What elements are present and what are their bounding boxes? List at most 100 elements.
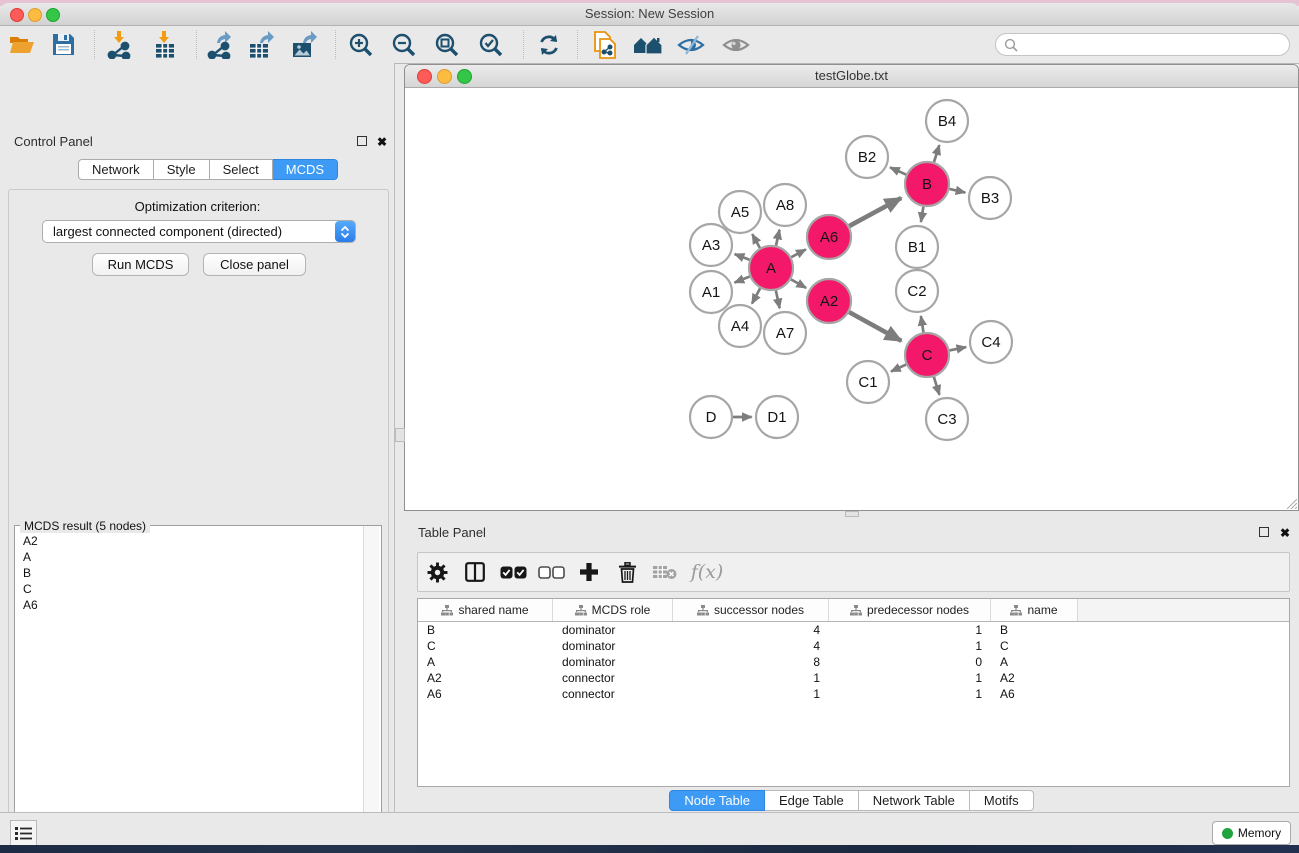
close-window-button[interactable]	[10, 8, 24, 22]
duplicate-network-button[interactable]	[588, 29, 622, 60]
show-panels-button[interactable]	[10, 820, 37, 846]
graph-edge-B-B4[interactable]	[934, 145, 939, 162]
graph-node-B2[interactable]: B2	[846, 136, 888, 178]
graph-edge-C-C2[interactable]	[921, 316, 924, 332]
table-row[interactable]: A2connector11A2	[418, 670, 1289, 686]
export-network-button[interactable]	[203, 29, 237, 60]
minimize-window-button[interactable]	[28, 8, 42, 22]
graph-node-A8[interactable]: A8	[764, 184, 806, 226]
resize-grip-icon[interactable]	[1285, 497, 1297, 509]
mcds-result-item[interactable]: A	[16, 549, 360, 565]
home-button[interactable]	[631, 29, 665, 60]
graph-edge-A-A8[interactable]	[776, 230, 780, 246]
graph-node-D[interactable]: D	[690, 396, 732, 438]
tab-network[interactable]: Network	[78, 159, 154, 180]
graph-node-C2[interactable]: C2	[896, 270, 938, 312]
graph-edge-A6-B[interactable]	[849, 198, 901, 226]
graph-edge-A-A3[interactable]	[735, 254, 750, 260]
search-field[interactable]	[995, 33, 1290, 56]
network-canvas[interactable]: B4 B2 B B3 A8A5 A6 A3 B1 A A1 C2 A2 A4A7 C4 C C1 C3 D D1	[405, 87, 1298, 510]
graph-node-C[interactable]: C	[905, 333, 949, 377]
close-panel-icon[interactable]: ✖	[377, 137, 387, 147]
tab-style[interactable]: Style	[154, 159, 210, 180]
graph-node-A3[interactable]: A3	[690, 224, 732, 266]
column-header-successor-nodes[interactable]: successor nodes	[673, 599, 829, 621]
network-minimize-button[interactable]	[437, 69, 452, 84]
graph-edge-A-A2[interactable]	[791, 279, 806, 288]
tab-mcds[interactable]: MCDS	[273, 159, 338, 180]
network-zoom-button[interactable]	[457, 69, 472, 84]
hide-panels-button[interactable]	[674, 29, 708, 60]
graph-edge-A2-C[interactable]	[849, 312, 901, 341]
gear-button[interactable]	[418, 562, 456, 583]
export-image-button[interactable]	[287, 29, 321, 60]
split-columns-button[interactable]	[456, 562, 494, 582]
tab-motifs[interactable]: Motifs	[970, 790, 1034, 811]
close-panel-button[interactable]: Close panel	[203, 253, 306, 276]
graph-node-A1[interactable]: A1	[690, 271, 732, 313]
search-input[interactable]	[1018, 37, 1272, 53]
graph-edge-A-A4[interactable]	[752, 288, 760, 303]
import-network-button[interactable]	[103, 29, 137, 60]
add-column-button[interactable]	[570, 562, 608, 582]
graph-edge-A-A1[interactable]	[735, 277, 750, 283]
zoom-selected-button[interactable]	[474, 29, 508, 60]
delete-table-button[interactable]	[646, 564, 684, 580]
graph-edge-B-B3[interactable]	[949, 189, 965, 193]
graph-node-A5[interactable]: A5	[719, 191, 761, 233]
graph-edge-A-A5[interactable]	[752, 234, 760, 248]
float-panel-icon[interactable]	[357, 136, 367, 146]
tab-select[interactable]: Select	[210, 159, 273, 180]
table-float-icon[interactable]	[1259, 527, 1269, 537]
zoom-out-button[interactable]	[387, 29, 421, 60]
mcds-result-item[interactable]: A6	[16, 597, 360, 613]
column-header-name[interactable]: name	[991, 599, 1078, 621]
tab-edge-table[interactable]: Edge Table	[765, 790, 859, 811]
memory-button[interactable]: Memory	[1212, 821, 1291, 845]
mcds-result-item[interactable]: A2	[16, 533, 360, 549]
result-list-scrollbar[interactable]	[363, 526, 379, 853]
graph-node-D1[interactable]: D1	[756, 396, 798, 438]
graph-node-A4[interactable]: A4	[719, 305, 761, 347]
graph-node-C3[interactable]: C3	[926, 398, 968, 440]
eye-button[interactable]	[719, 29, 753, 60]
graph-node-A7[interactable]: A7	[764, 312, 806, 354]
zoom-window-button[interactable]	[46, 8, 60, 22]
node-table[interactable]: shared nameMCDS rolesuccessor nodesprede…	[417, 598, 1290, 787]
graph-node-B3[interactable]: B3	[969, 177, 1011, 219]
function-builder-button[interactable]: f(x)	[684, 561, 730, 583]
table-row[interactable]: Cdominator41C	[418, 638, 1289, 654]
graph-edge-A-A7[interactable]	[776, 290, 780, 308]
graph-edge-C-C3[interactable]	[934, 377, 940, 395]
graph-node-C1[interactable]: C1	[847, 361, 889, 403]
graph-node-B4[interactable]: B4	[926, 100, 968, 142]
split-divider-handle-vertical[interactable]	[395, 428, 405, 442]
mcds-result-list[interactable]: A2ABCA6	[16, 533, 360, 613]
table-row[interactable]: A6connector11A6	[418, 686, 1289, 702]
import-table-button[interactable]	[148, 29, 182, 60]
graph-edge-B-B2[interactable]	[890, 167, 906, 174]
mcds-result-item[interactable]: C	[16, 581, 360, 597]
graph-node-A2[interactable]: A2	[807, 279, 851, 323]
graph-node-A[interactable]: A	[749, 246, 793, 290]
run-mcds-button[interactable]: Run MCDS	[92, 253, 189, 276]
graph-node-A6[interactable]: A6	[807, 215, 851, 259]
column-header-MCDS-role[interactable]: MCDS role	[553, 599, 673, 621]
graph-edge-A-A6[interactable]	[791, 249, 806, 257]
graph-node-C4[interactable]: C4	[970, 321, 1012, 363]
tab-node-table[interactable]: Node Table	[669, 790, 765, 811]
table-row[interactable]: Adominator80A	[418, 654, 1289, 670]
graph-node-B1[interactable]: B1	[896, 226, 938, 268]
open-session-button[interactable]	[5, 29, 39, 60]
graph-edge-C-C1[interactable]	[891, 365, 906, 372]
column-header-shared-name[interactable]: shared name	[418, 599, 553, 621]
network-close-button[interactable]	[417, 69, 432, 84]
zoom-in-button[interactable]	[344, 29, 378, 60]
refresh-layout-button[interactable]	[532, 29, 566, 60]
mcds-result-item[interactable]: B	[16, 565, 360, 581]
column-header-predecessor-nodes[interactable]: predecessor nodes	[829, 599, 991, 621]
export-table-button[interactable]	[244, 29, 278, 60]
table-close-icon[interactable]: ✖	[1280, 528, 1290, 538]
graph-node-B[interactable]: B	[905, 162, 949, 206]
optimization-criterion-select[interactable]: largest connected component (directed)	[42, 220, 356, 243]
